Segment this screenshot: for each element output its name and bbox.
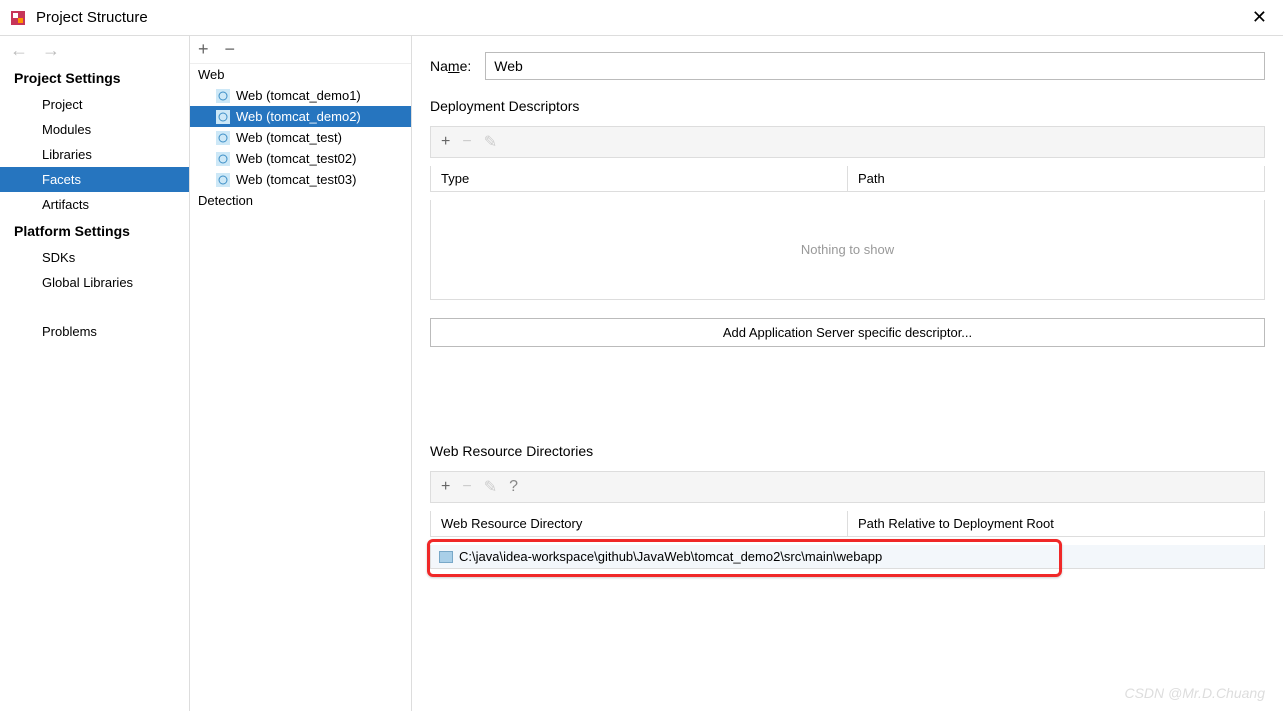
remove-icon: −	[462, 478, 471, 496]
tree-item[interactable]: Web (tomcat_test02)	[190, 148, 411, 169]
add-descriptor-button[interactable]: Add Application Server specific descript…	[430, 318, 1265, 347]
tree-item[interactable]: Web (tomcat_demo2)	[190, 106, 411, 127]
web-facet-icon	[216, 89, 230, 103]
wrd-toolbar: + − ✎ ?	[430, 471, 1265, 503]
add-icon[interactable]: +	[441, 133, 450, 151]
remove-icon[interactable]: −	[225, 39, 236, 60]
nav-facets[interactable]: Facets	[0, 167, 189, 192]
nav-forward-icon[interactable]: →	[42, 40, 60, 61]
wrd-path-text: C:\java\idea-workspace\github\JavaWeb\to…	[459, 549, 882, 564]
nav-back-icon[interactable]: ←	[10, 40, 28, 61]
category-project-settings: Project Settings	[0, 64, 189, 92]
col-type: Type	[431, 166, 848, 191]
deployment-descriptors-title: Deployment Descriptors	[430, 98, 1265, 114]
web-facet-icon	[216, 152, 230, 166]
nav-artifacts[interactable]: Artifacts	[0, 192, 189, 217]
nav-global-libraries[interactable]: Global Libraries	[0, 270, 189, 295]
facets-panel: + − Web Web (tomcat_demo1) Web (tomcat_d…	[190, 36, 412, 711]
help-icon[interactable]: ?	[509, 478, 518, 496]
web-facet-icon	[216, 173, 230, 187]
dep-desc-toolbar: + − ✎	[430, 126, 1265, 158]
category-platform-settings: Platform Settings	[0, 217, 189, 245]
facet-details-panel: Name: Deployment Descriptors + − ✎ Type …	[412, 36, 1283, 711]
nav-problems[interactable]: Problems	[0, 319, 189, 344]
wrd-row[interactable]: C:\java\idea-workspace\github\JavaWeb\to…	[430, 545, 1265, 569]
intellij-icon	[10, 10, 26, 26]
left-nav-panel: ← → Project Settings Project Modules Lib…	[0, 36, 190, 711]
web-resource-dirs-title: Web Resource Directories	[430, 443, 1265, 459]
watermark: CSDN @Mr.D.Chuang	[1124, 685, 1265, 701]
col-path: Path	[848, 166, 1264, 191]
name-label: Name:	[430, 58, 471, 74]
add-icon[interactable]: +	[441, 478, 450, 496]
web-facet-icon	[216, 110, 230, 124]
add-icon[interactable]: +	[198, 39, 209, 60]
nav-modules[interactable]: Modules	[0, 117, 189, 142]
tree-detection[interactable]: Detection	[190, 190, 411, 211]
tree-item[interactable]: Web (tomcat_test03)	[190, 169, 411, 190]
nav-sdks[interactable]: SDKs	[0, 245, 189, 270]
col-path-rel: Path Relative to Deployment Root	[848, 511, 1264, 536]
tree-item[interactable]: Web (tomcat_test)	[190, 127, 411, 148]
web-facet-icon	[216, 131, 230, 145]
folder-icon	[439, 551, 453, 563]
tree-root-web[interactable]: Web	[190, 64, 411, 85]
nav-project[interactable]: Project	[0, 92, 189, 117]
name-input[interactable]	[485, 52, 1265, 80]
remove-icon: −	[462, 133, 471, 151]
close-icon[interactable]: ✕	[1246, 7, 1273, 28]
nav-libraries[interactable]: Libraries	[0, 142, 189, 167]
dep-desc-empty: Nothing to show	[430, 200, 1265, 300]
window-title: Project Structure	[36, 9, 1246, 26]
tree-item[interactable]: Web (tomcat_demo1)	[190, 85, 411, 106]
col-wrd: Web Resource Directory	[431, 511, 848, 536]
edit-icon: ✎	[484, 477, 497, 497]
edit-icon: ✎	[484, 132, 497, 152]
titlebar: Project Structure ✕	[0, 0, 1283, 36]
